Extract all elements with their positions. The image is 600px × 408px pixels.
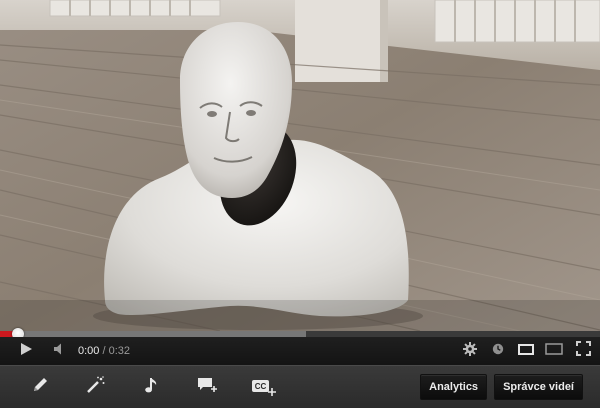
watch-later-icon [492, 342, 504, 360]
play-icon [19, 342, 33, 361]
play-button[interactable] [6, 337, 46, 365]
video-frame[interactable] [0, 0, 600, 331]
volume-icon [53, 342, 68, 361]
small-player-icon [518, 342, 534, 360]
small-player-button[interactable] [512, 337, 540, 365]
time-separator: / [102, 345, 106, 357]
large-player-button[interactable] [540, 337, 568, 365]
analytics-button[interactable]: Analytics [420, 374, 488, 400]
edit-video-button[interactable] [16, 366, 64, 408]
add-annotation-icon [197, 376, 219, 399]
magic-wand-icon [86, 375, 106, 399]
volume-button[interactable] [46, 337, 74, 365]
player-controls-right [456, 337, 600, 365]
settings-button[interactable] [456, 337, 484, 365]
annotations-button[interactable] [184, 366, 232, 408]
pencil-icon [31, 376, 49, 399]
player-controls: 0:00 / 0:32 [0, 337, 600, 365]
gear-icon [463, 341, 477, 361]
enhancements-button[interactable] [72, 366, 120, 408]
audio-button[interactable] [128, 366, 176, 408]
add-captions-icon: CC [252, 378, 276, 396]
large-player-icon [545, 342, 563, 360]
time-display: 0:00 / 0:32 [78, 345, 130, 357]
captions-button[interactable]: CC [240, 366, 288, 408]
fullscreen-icon [575, 341, 591, 361]
fullscreen-button[interactable] [568, 337, 598, 365]
editor-toolbar: CC Analytics Správce videí [0, 365, 600, 408]
watch-later-button[interactable] [484, 337, 512, 365]
time-duration: 0:32 [108, 345, 131, 357]
video-still-image [0, 0, 600, 331]
time-current: 0:00 [78, 345, 100, 357]
video-manager-button[interactable]: Správce videí [494, 374, 583, 400]
editor-action-buttons: Analytics Správce videí [413, 374, 600, 400]
music-note-icon [144, 376, 160, 399]
captions-badge: CC [252, 380, 269, 392]
